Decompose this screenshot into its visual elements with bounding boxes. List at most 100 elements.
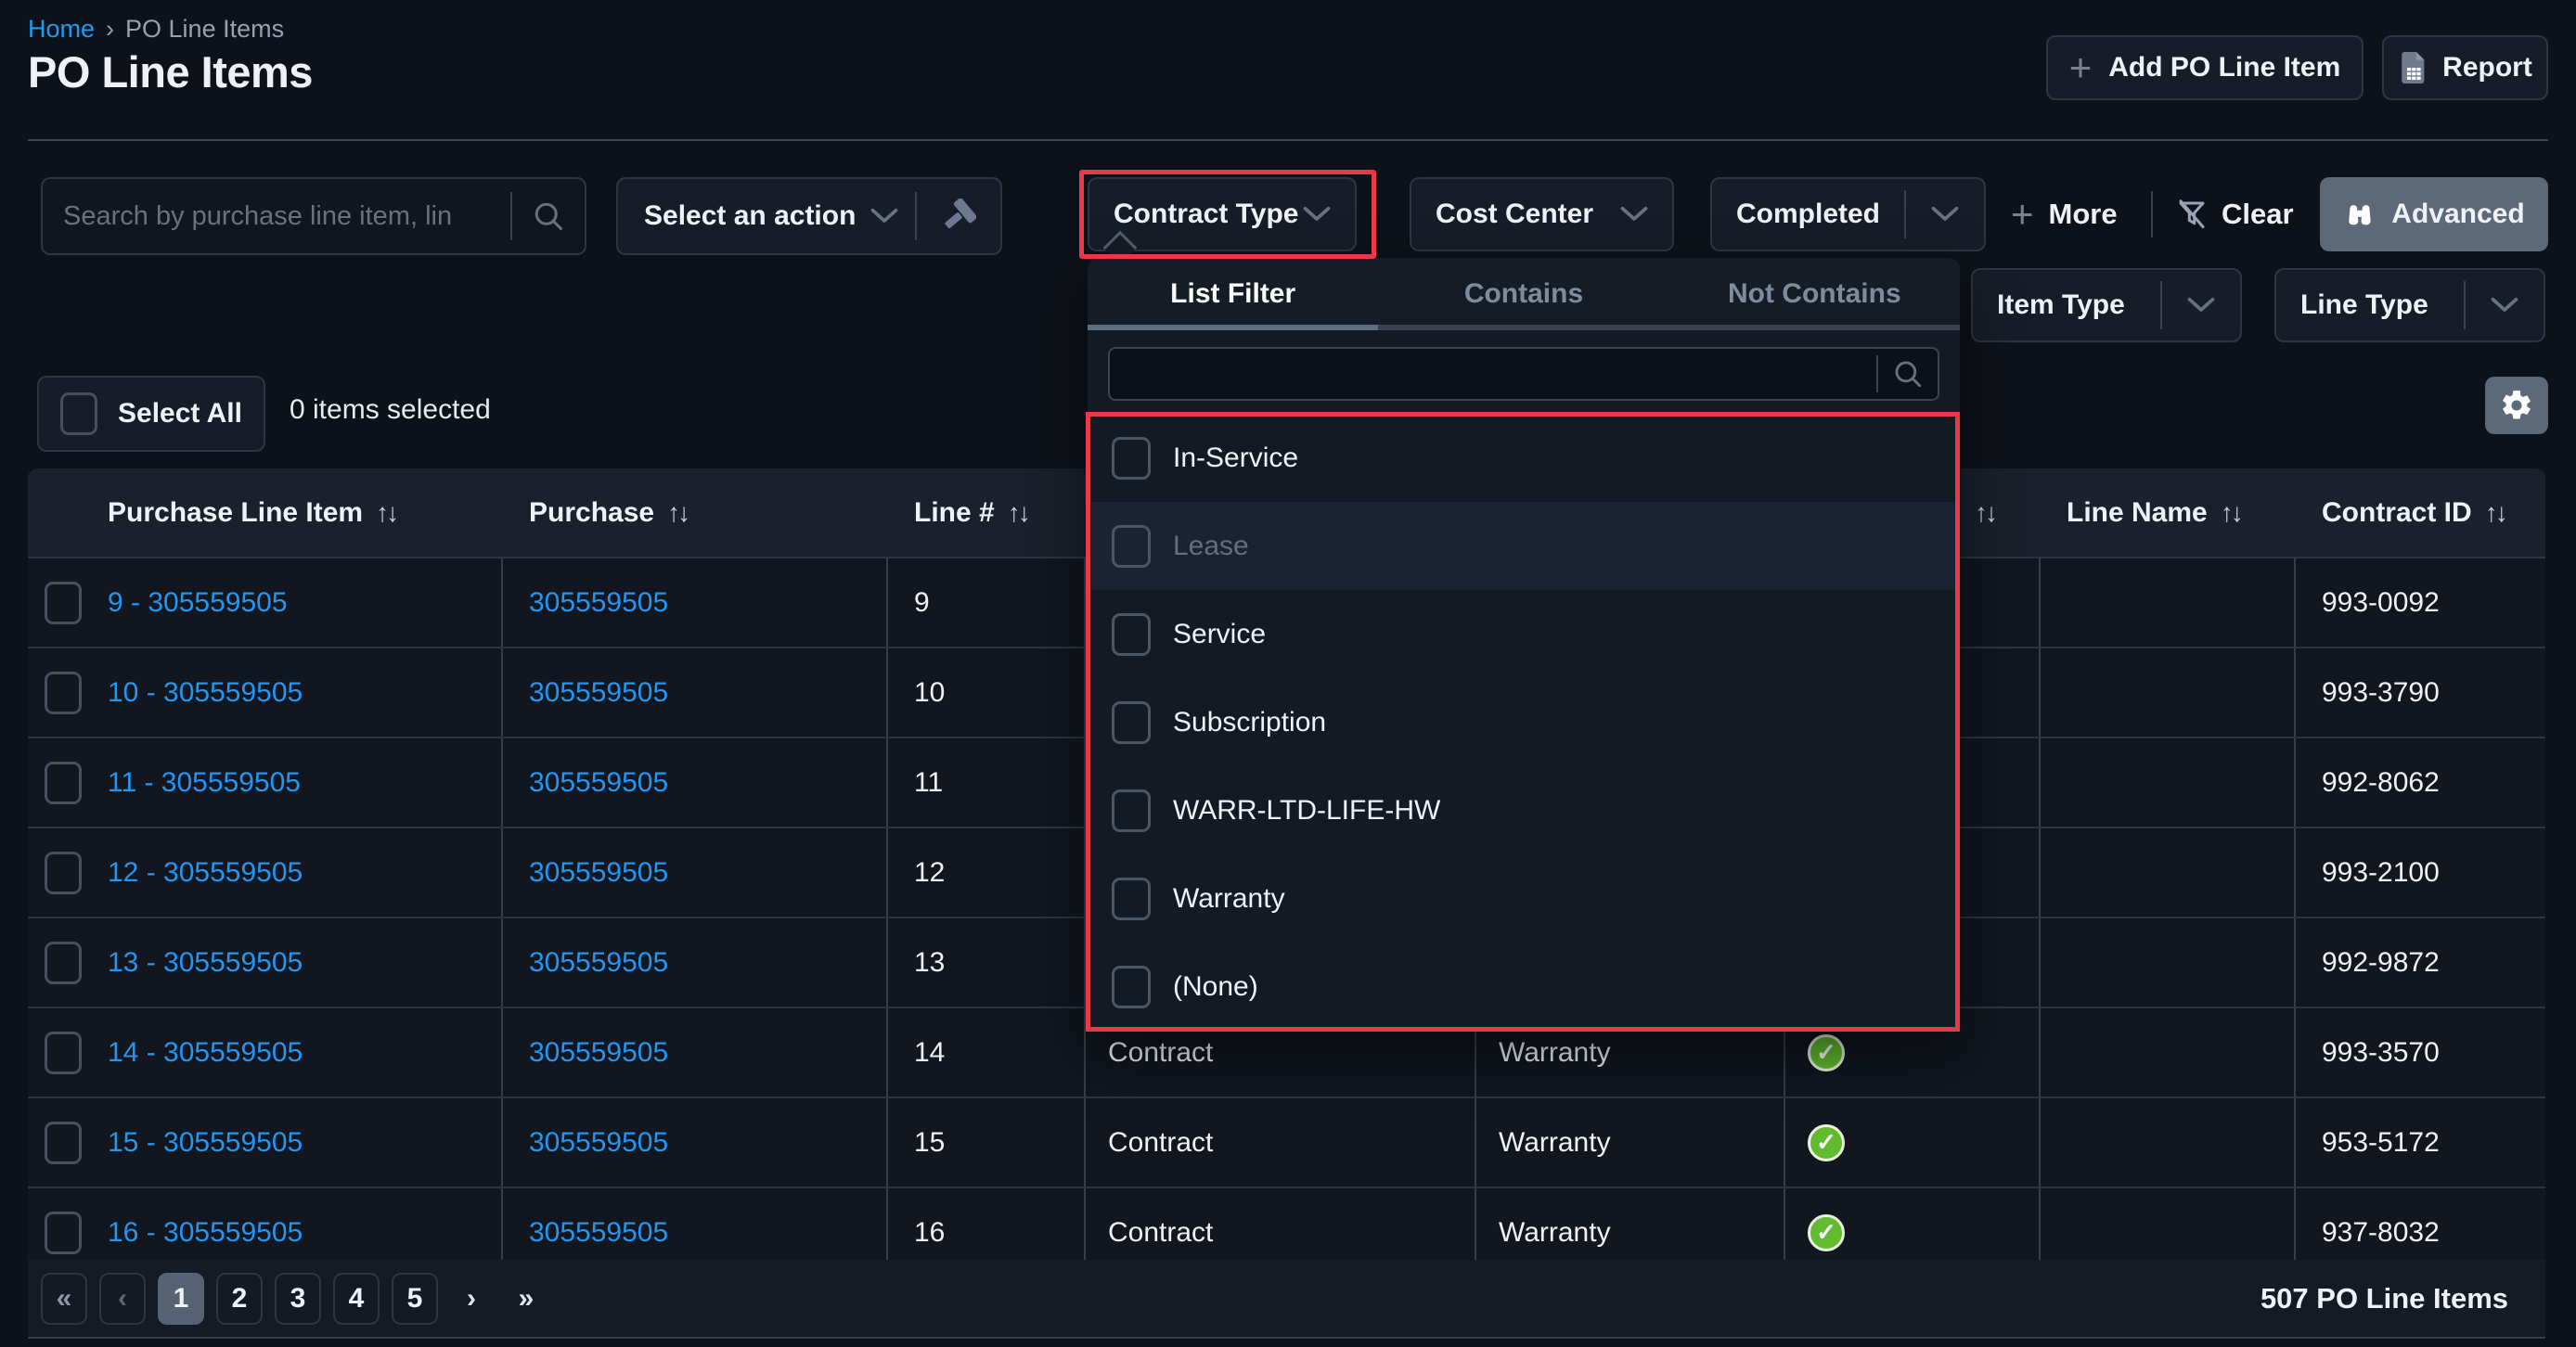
page-button[interactable]: 2 (216, 1273, 263, 1325)
filter-option-label: In-Service (1173, 443, 1298, 474)
page-button[interactable]: 5 (392, 1273, 438, 1325)
add-po-line-item-button[interactable]: + Add PO Line Item (2046, 35, 2363, 100)
item-type-cell: Contract (1108, 1037, 1213, 1069)
column-header-line-number[interactable]: Line # ↑↓ (888, 468, 1086, 557)
chevron-down-icon[interactable] (1906, 206, 1984, 223)
column-header-purchase-line-item[interactable]: Purchase Line Item ↑↓ (28, 468, 503, 557)
purchase-link[interactable]: 305559505 (529, 677, 668, 709)
sort-icon[interactable]: ↑↓ (2485, 498, 2505, 528)
page-button[interactable]: ‹ (99, 1273, 146, 1325)
breadcrumb-home-link[interactable]: Home (28, 15, 95, 44)
purchase-link[interactable]: 305559505 (529, 1217, 668, 1249)
purchase-line-item-link[interactable]: 16 - 305559505 (108, 1217, 303, 1249)
sort-icon[interactable]: ↑↓ (1008, 498, 1028, 528)
filter-option[interactable]: In-Service (1088, 414, 1960, 502)
filter-option-checkbox[interactable] (1112, 613, 1151, 656)
purchase-link[interactable]: 305559505 (529, 947, 668, 979)
filter-option-label: Lease (1173, 531, 1249, 562)
purchase-line-item-link[interactable]: 11 - 305559505 (108, 767, 301, 799)
sort-icon[interactable]: ↑↓ (376, 498, 396, 528)
contract-id-cell: 992-8062 (2322, 767, 2440, 799)
page-button[interactable]: 1 (158, 1273, 204, 1325)
page-button[interactable]: › (450, 1273, 493, 1325)
filter-option-checkbox[interactable] (1112, 966, 1151, 1008)
advanced-search-button[interactable]: Advanced (2320, 177, 2548, 251)
row-checkbox[interactable] (45, 762, 82, 804)
select-all-checkbox[interactable] (60, 392, 97, 435)
sort-icon[interactable]: ↑↓ (2221, 498, 2241, 528)
filter-option-checkbox[interactable] (1112, 525, 1151, 568)
purchase-line-item-link[interactable]: 14 - 305559505 (108, 1037, 303, 1069)
row-checkbox[interactable] (45, 582, 82, 624)
clear-filters-button[interactable]: Clear (2175, 177, 2294, 251)
line-number-cell: 15 (914, 1127, 945, 1159)
select-all-button[interactable]: Select All (37, 376, 265, 452)
chevron-down-icon[interactable] (2162, 297, 2240, 314)
column-header-purchase[interactable]: Purchase ↑↓ (503, 468, 888, 557)
filter-option[interactable]: WARR-LTD-LIFE-HW (1088, 766, 1960, 854)
filter-line-type[interactable]: Line Type (2274, 268, 2545, 342)
search-bar (41, 177, 586, 255)
column-header-contract-id[interactable]: Contract ID ↑↓ (2296, 468, 2545, 557)
line-type-cell: Warranty (1499, 1037, 1611, 1069)
filter-option[interactable]: Subscription (1088, 678, 1960, 766)
filter-item-type[interactable]: Item Type (1971, 268, 2242, 342)
more-filters-button[interactable]: + More (2011, 177, 2118, 251)
page-button[interactable]: 4 (333, 1273, 380, 1325)
row-checkbox[interactable] (45, 942, 82, 984)
row-checkbox[interactable] (45, 852, 82, 894)
purchase-line-item-link[interactable]: 10 - 305559505 (108, 677, 303, 709)
row-checkbox[interactable] (45, 1212, 82, 1254)
filter-cost-center[interactable]: Cost Center (1410, 177, 1674, 251)
purchase-link[interactable]: 305559505 (529, 857, 668, 889)
filter-option[interactable]: (None) (1088, 943, 1960, 1031)
tab-not-contains[interactable]: Not Contains (1669, 258, 1960, 330)
purchase-line-item-link[interactable]: 13 - 305559505 (108, 947, 303, 979)
page-button-label: « (57, 1283, 72, 1315)
purchase-line-item-link[interactable]: 12 - 305559505 (108, 857, 303, 889)
page-button-label: › (467, 1283, 476, 1315)
purchase-line-item-link[interactable]: 9 - 305559505 (108, 587, 288, 619)
filter-option-checkbox[interactable] (1112, 701, 1151, 744)
filter-option-checkbox[interactable] (1112, 789, 1151, 832)
filter-completed[interactable]: Completed (1710, 177, 1986, 251)
row-checkbox[interactable] (45, 1032, 82, 1074)
filter-option[interactable]: Lease (1088, 502, 1960, 590)
select-action-dropdown[interactable]: Select an action (616, 177, 1002, 255)
purchase-link[interactable]: 305559505 (529, 1037, 668, 1069)
purchase-line-item-link[interactable]: 15 - 305559505 (108, 1127, 303, 1159)
row-checkbox[interactable] (45, 672, 82, 714)
contract-id-cell: 993-2100 (2322, 857, 2440, 889)
search-icon[interactable] (1878, 358, 1938, 390)
filter-option[interactable]: Service (1088, 590, 1960, 678)
filter-option-checkbox[interactable] (1112, 437, 1151, 480)
page-button[interactable]: « (41, 1273, 87, 1325)
report-button[interactable]: Report (2382, 35, 2548, 100)
purchase-link[interactable]: 305559505 (529, 1127, 668, 1159)
table-settings-button[interactable] (2485, 377, 2548, 434)
search-input[interactable] (43, 201, 510, 232)
gavel-icon[interactable] (917, 199, 1000, 234)
line-number-cell: 14 (914, 1037, 945, 1069)
row-checkbox[interactable] (45, 1122, 82, 1164)
purchase-link[interactable]: 305559505 (529, 767, 668, 799)
advanced-label: Advanced (2391, 199, 2524, 230)
sort-icon[interactable]: ↑↓ (667, 498, 688, 528)
plus-icon: + (2011, 195, 2034, 234)
search-icon[interactable] (512, 199, 585, 233)
line-number-cell: 11 (914, 767, 943, 799)
purchase-link[interactable]: 305559505 (529, 587, 668, 619)
tab-contains[interactable]: Contains (1378, 258, 1668, 330)
filter-option[interactable]: Warranty (1088, 854, 1960, 943)
pager: « ‹12345 › » (41, 1273, 547, 1325)
filter-option-checkbox[interactable] (1112, 878, 1151, 920)
popup-search-input[interactable] (1110, 359, 1876, 389)
filter-options-list: In-Service Lease Service Subscription WA… (1088, 414, 1960, 1031)
chevron-down-icon[interactable] (2466, 297, 2544, 314)
breadcrumb-separator: › (106, 15, 114, 44)
page-button[interactable]: » (505, 1273, 547, 1325)
page-button[interactable]: 3 (275, 1273, 321, 1325)
sort-icon[interactable]: ↑↓ (1975, 498, 1995, 528)
tab-list-filter[interactable]: List Filter (1088, 258, 1378, 330)
column-header-line-name[interactable]: Line Name ↑↓ (2041, 468, 2296, 557)
